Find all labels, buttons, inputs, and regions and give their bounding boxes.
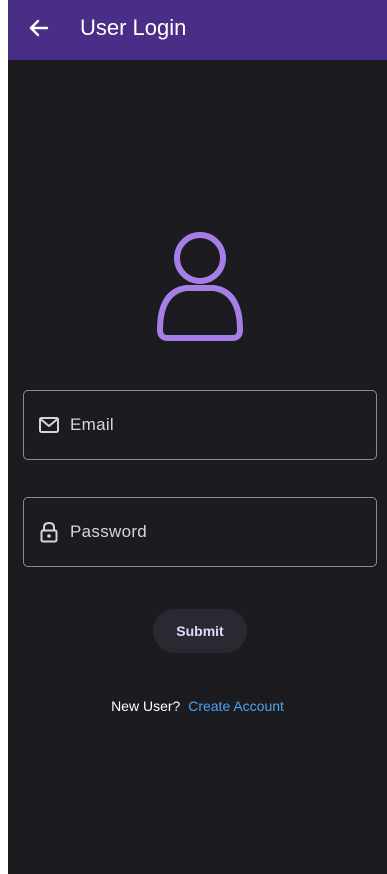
app-title: User Login — [80, 15, 187, 40]
avatar — [156, 230, 244, 342]
app-bar: User Login — [8, 0, 387, 60]
password-field[interactable]: Password — [23, 497, 377, 567]
new-user-prompt: New User? — [111, 698, 181, 714]
email-placeholder: Email — [70, 415, 115, 434]
email-field[interactable]: Email — [23, 390, 377, 460]
create-account-link[interactable]: Create Account — [188, 698, 284, 714]
submit-button[interactable]: Submit — [153, 609, 247, 653]
mail-icon — [38, 414, 60, 436]
person-outline-icon — [157, 232, 243, 341]
login-screen: User Login Email Password Submit New Use — [8, 0, 387, 874]
arrow-back-icon — [29, 19, 49, 37]
signup-row: New User? Create Account — [8, 696, 387, 716]
lock-icon — [38, 521, 60, 543]
password-placeholder: Password — [70, 522, 148, 541]
back-button[interactable] — [24, 13, 54, 43]
